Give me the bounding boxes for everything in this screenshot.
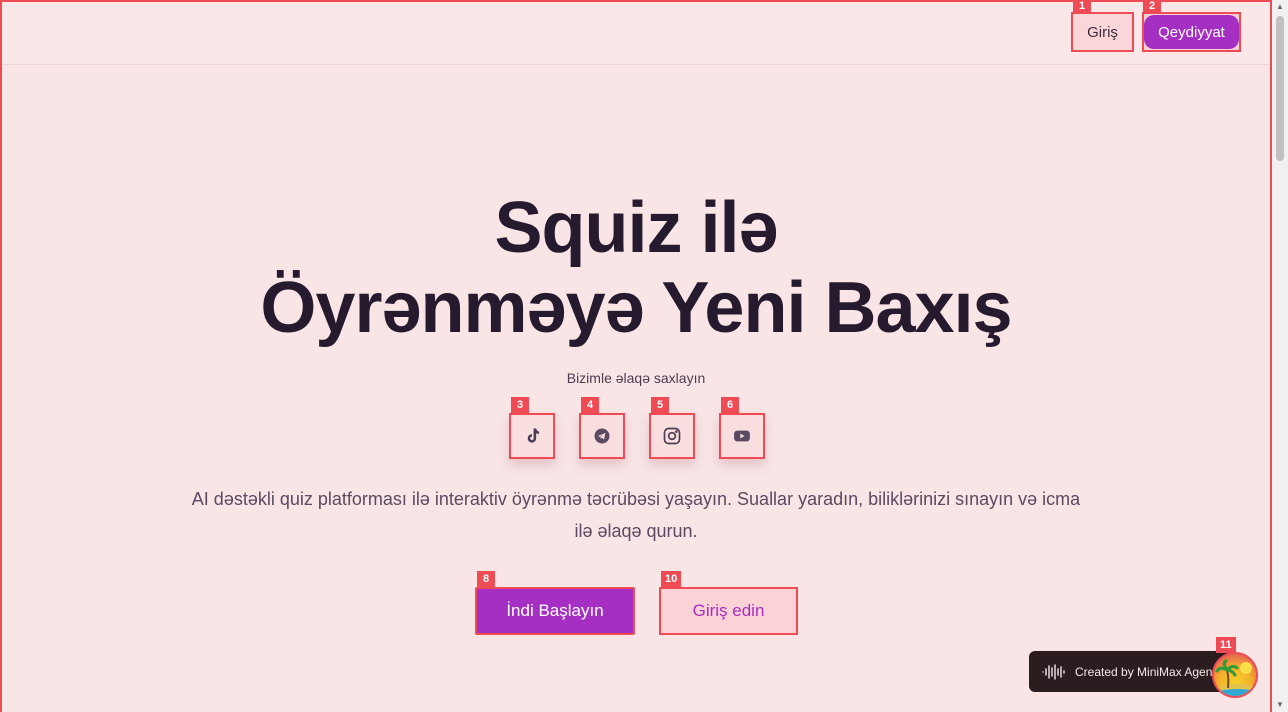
annotation-badge: 5 xyxy=(651,397,669,413)
telegram-link[interactable] xyxy=(579,413,625,459)
register-button-label: Qeydiyyat xyxy=(1144,15,1239,49)
instagram-icon xyxy=(663,427,681,445)
annotation-badge: 2 xyxy=(1143,0,1161,14)
scroll-down-arrow-icon[interactable]: ▼ xyxy=(1272,698,1288,712)
register-button[interactable]: Qeydiyyat xyxy=(1142,12,1241,52)
annotation-badge: 6 xyxy=(721,397,739,413)
login-button-label: Giriş xyxy=(1087,23,1118,41)
contact-label: Bizimle əlaqə saxlayın xyxy=(566,370,706,386)
assistant-avatar[interactable] xyxy=(1212,652,1258,698)
youtube-link[interactable] xyxy=(719,413,765,459)
telegram-icon xyxy=(594,428,610,444)
instagram-link[interactable] xyxy=(649,413,695,459)
start-now-button-label: İndi Başlayın xyxy=(506,601,604,620)
page-frame xyxy=(0,0,1272,712)
hero-title: Squiz ilə Öyrənməyə Yeni Baxış xyxy=(0,188,1272,348)
hero-title-line1: Squiz ilə xyxy=(494,188,778,268)
hero-login-button-label: Giriş edin xyxy=(692,601,765,620)
youtube-icon xyxy=(734,430,750,442)
scroll-up-arrow-icon[interactable]: ▲ xyxy=(1272,0,1288,14)
annotation-badge: 3 xyxy=(511,397,529,413)
created-by-widget[interactable]: Created by MiniMax Agent xyxy=(1029,651,1229,692)
created-by-text: Created by MiniMax Agent xyxy=(1075,664,1216,679)
start-now-button[interactable]: İndi Başlayın xyxy=(475,587,635,635)
login-button[interactable]: Giriş xyxy=(1071,12,1134,52)
hero-description: AI dəstəkli quiz platforması ilə interak… xyxy=(191,489,1081,541)
hero-title-line2: Öyrənməyə Yeni Baxış xyxy=(260,268,1012,348)
annotation-badge: 8 xyxy=(477,571,495,587)
tiktok-link[interactable] xyxy=(509,413,555,459)
annotation-badge: 11 xyxy=(1216,637,1236,653)
waveform-icon xyxy=(1042,663,1065,680)
annotation-badge: 10 xyxy=(661,571,682,587)
vertical-scrollbar[interactable]: ▲ ▼ xyxy=(1272,0,1288,712)
annotation-badge: 4 xyxy=(581,397,599,413)
tiktok-icon xyxy=(527,428,540,443)
annotation-badge: 1 xyxy=(1073,0,1091,14)
hero-login-button[interactable]: Giriş edin xyxy=(659,587,798,635)
scrollbar-thumb[interactable] xyxy=(1276,16,1284,161)
